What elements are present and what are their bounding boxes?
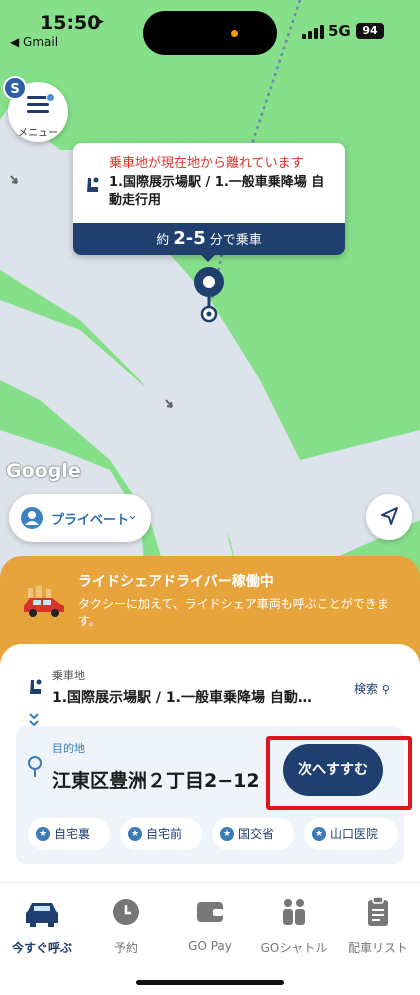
seat-icon <box>87 177 99 192</box>
tab-call-now[interactable]: 今すぐ呼ぶ <box>0 895 84 956</box>
favorite-label: 自宅前 <box>146 827 183 841</box>
pickup-name[interactable]: 1.国際展示場駅 / 1.一般車乗降場 自動… <box>52 687 328 707</box>
star-icon: ★ <box>128 827 142 841</box>
destination-label: 目的地 <box>52 742 85 755</box>
back-to-app[interactable]: ◀ Gmail <box>10 35 58 49</box>
home-indicator <box>136 980 284 985</box>
eta-suffix: 分で乗車 <box>209 233 262 248</box>
banner-title: ライドシェアドライバー稼働中 <box>78 574 274 590</box>
battery-icon: 94 <box>356 23 384 39</box>
pickup-label: 乗車地 <box>52 669 85 682</box>
current-location-button[interactable] <box>366 494 412 540</box>
tab-go-shuttle[interactable]: GOシャトル <box>252 895 336 956</box>
favorite-label: 山口医院 <box>330 827 379 841</box>
clipboard-icon <box>368 896 388 926</box>
tab-label: 今すぐ呼ぶ <box>11 941 72 955</box>
favorites-row: ★ 自宅裏 ★ 自宅前 ★ 国交省 ★ 山口医院 <box>28 818 398 850</box>
star-icon: ★ <box>36 827 50 841</box>
wallet-icon <box>197 902 223 922</box>
clock-icon <box>113 899 139 925</box>
highlight-box <box>266 736 412 810</box>
eta-value: 2-5 <box>173 228 206 249</box>
location-pin-icon <box>28 756 42 777</box>
pickup-warning: 乗車地が現在地から離れています <box>109 156 304 171</box>
s-badge: S <box>3 76 27 100</box>
profile-selector[interactable]: プライベート ⌄ <box>9 494 151 542</box>
profile-label: プライベート <box>51 513 130 528</box>
car-illustration-icon <box>24 586 64 617</box>
google-attribution: Google <box>6 460 81 482</box>
menu-label: メニュー <box>18 128 58 139</box>
card-pointer <box>200 254 216 262</box>
pickup-search-button[interactable]: 検索 ⚲ <box>354 680 390 697</box>
favorite-chip[interactable]: ★ 自宅前 <box>120 818 202 850</box>
pickup-info-card[interactable]: 乗車地が現在地から離れています 1.国際展示場駅 / 1.一般車乗降場 自動走行… <box>73 143 345 255</box>
people-icon <box>283 899 305 925</box>
eta-prefix: 約 <box>156 233 170 248</box>
pickup-card-name: 1.国際展示場駅 / 1.一般車乗降場 自動走行用 <box>109 175 325 208</box>
tab-label: GOシャトル <box>260 941 328 955</box>
car-icon <box>26 903 58 927</box>
chevron-down-icon: ⌄ <box>127 508 138 523</box>
status-time: 15:50 <box>40 12 101 34</box>
favorite-chip[interactable]: ★ 自宅裏 <box>28 818 110 850</box>
notification-dot <box>46 93 55 102</box>
eta-bar: 約 2-5 分で乗車 <box>73 223 345 255</box>
signal-icon <box>302 23 324 39</box>
user-icon <box>21 507 43 529</box>
tab-go-pay[interactable]: GO Pay <box>168 895 252 953</box>
favorite-chip[interactable]: ★ 国交省 <box>212 818 294 850</box>
star-icon: ★ <box>220 827 234 841</box>
destination-name[interactable]: 江東区豊洲２丁目2−12 <box>52 766 260 793</box>
banner-description: タクシーに加えて、ライドシェア車両も呼ぶことができます。 <box>78 597 389 628</box>
tab-dispatch-list[interactable]: 配車リスト <box>336 895 420 956</box>
favorite-label: 自宅裏 <box>54 827 91 841</box>
tab-label: 予約 <box>113 941 138 955</box>
star-icon: ★ <box>312 827 326 841</box>
tab-label: GO Pay <box>188 939 232 953</box>
location-arrow-icon: ➤ <box>93 14 105 30</box>
search-label: 検索 <box>354 682 379 696</box>
favorite-label: 国交省 <box>238 827 275 841</box>
seat-icon <box>30 679 42 694</box>
status-bar: 15:50 ➤ ◀ Gmail 5G 94 <box>0 0 420 56</box>
network-type: 5G <box>328 22 351 40</box>
search-icon: ⚲ <box>381 683 390 696</box>
tab-reservation[interactable]: 予約 <box>84 895 168 956</box>
tab-bar: 今すぐ呼ぶ 予約 GO Pay GOシャトル 配車リスト <box>0 882 420 995</box>
dynamic-island <box>143 11 277 55</box>
tab-label: 配車リスト <box>347 941 408 955</box>
favorite-chip[interactable]: ★ 山口医院 <box>304 818 398 850</box>
navigation-arrow-icon <box>381 507 398 525</box>
